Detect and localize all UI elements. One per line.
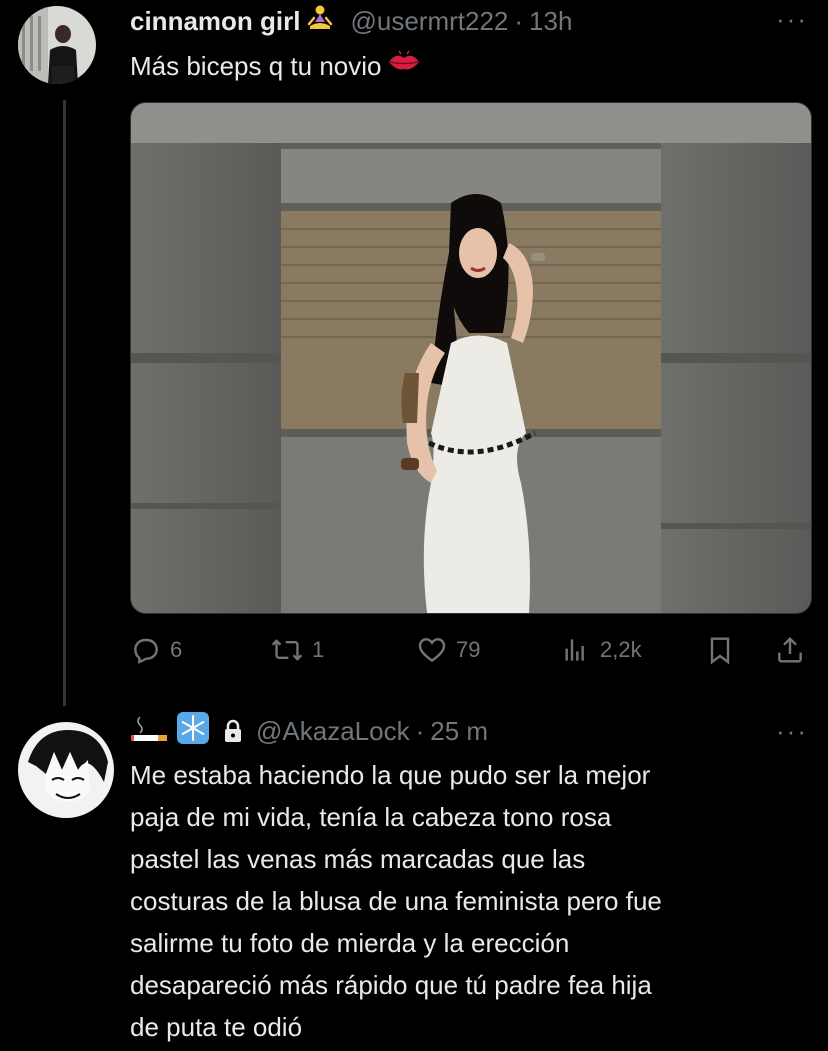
reply-more-options-icon[interactable]: ··· xyxy=(776,716,808,747)
tweet-body: Más biceps q tu novio xyxy=(130,51,382,81)
retweet-count: 1 xyxy=(312,637,325,662)
tweet-timestamp[interactable]: 13h xyxy=(529,6,572,37)
retweet-button[interactable]: 1 xyxy=(270,628,324,672)
person-in-lotus-position-emoji xyxy=(306,4,334,39)
reply-avatar[interactable] xyxy=(18,722,114,818)
retweet-icon xyxy=(270,634,304,666)
kiss-mark-emoji xyxy=(387,45,421,87)
analytics-icon xyxy=(560,634,592,666)
reply-line: paja de mi vida, tenía la cabeza tono ro… xyxy=(130,802,612,832)
tweet-photo[interactable] xyxy=(130,102,812,614)
bookmark-button[interactable] xyxy=(704,628,736,672)
author-name[interactable]: cinnamon girl xyxy=(130,6,300,37)
reply-timestamp[interactable]: 25 m xyxy=(430,716,488,747)
tweet-action-bar: 6 1 79 2,2k xyxy=(130,628,810,672)
heart-icon xyxy=(416,634,448,666)
reply-line: Me estaba haciendo la que pudo ser la me… xyxy=(130,760,651,790)
reply-line: pastel las venas más marcadas que las xyxy=(130,844,586,874)
reply-count: 6 xyxy=(170,637,183,662)
more-options-icon[interactable]: ··· xyxy=(776,4,808,35)
snowflake-emoji xyxy=(176,711,210,752)
views-button[interactable]: 2,2k xyxy=(560,628,642,672)
reply-handle[interactable]: @AkazaLock xyxy=(256,716,410,747)
separator-dot: · xyxy=(514,5,524,36)
lock-icon xyxy=(222,719,244,743)
like-count: 79 xyxy=(456,637,481,662)
reply-line: desapareció más rápido que tú padre fea … xyxy=(130,970,652,1000)
bookmark-icon xyxy=(704,634,736,666)
view-count: 2,2k xyxy=(600,637,642,662)
share-button[interactable] xyxy=(774,628,806,672)
share-icon xyxy=(774,634,806,666)
thread-connector-line xyxy=(63,100,66,706)
reply-line: de puta te odió xyxy=(130,1012,303,1042)
like-button[interactable]: 79 xyxy=(416,628,480,672)
reply-line: salirme tu foto de mierda y la erección xyxy=(130,928,570,958)
reply-header: @AkazaLock · 25 m xyxy=(130,711,488,752)
tweet-header: cinnamon girl @usermrt222 · 13h xyxy=(130,2,572,40)
reply-button[interactable]: 6 xyxy=(130,628,182,672)
author-handle[interactable]: @usermrt222 xyxy=(350,6,508,37)
reply-text: Me estaba haciendo la que pudo ser la me… xyxy=(130,754,810,1048)
cigarette-emoji xyxy=(130,713,170,750)
reply-line: costuras de la blusa de una feminista pe… xyxy=(130,886,662,916)
tweet-text: Más biceps q tu novio xyxy=(130,45,421,87)
reply-icon xyxy=(130,634,162,666)
separator-dot: · xyxy=(415,715,425,746)
author-avatar[interactable] xyxy=(18,6,96,84)
